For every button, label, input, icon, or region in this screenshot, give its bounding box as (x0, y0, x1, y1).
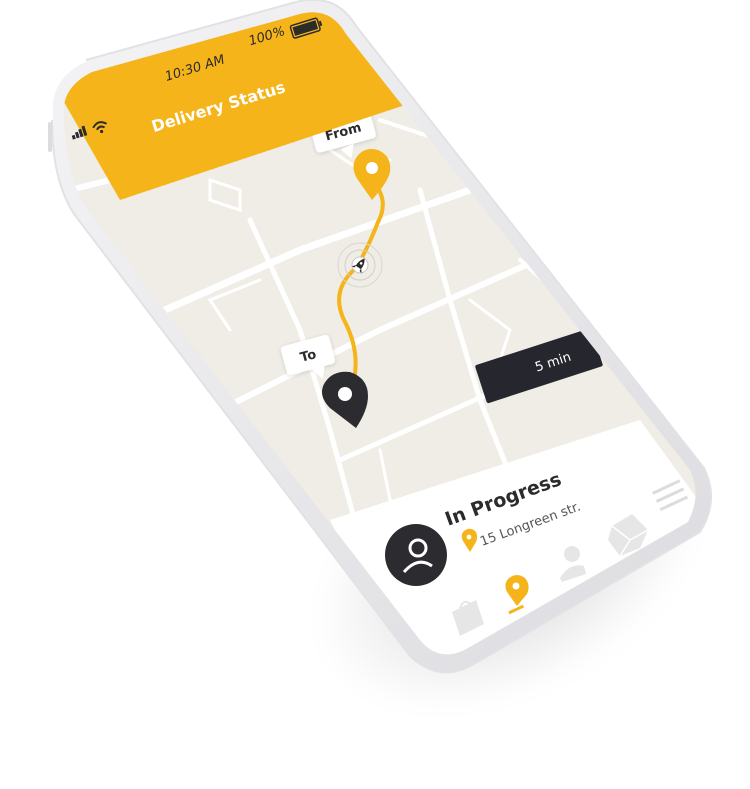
courier-marker[interactable] (337, 242, 383, 288)
side-button (48, 122, 52, 152)
user-icon (564, 546, 580, 562)
phone-mockup: From To 5 min Delivery Status 10:30 AM 1… (0, 0, 750, 789)
user-avatar[interactable] (385, 524, 447, 586)
